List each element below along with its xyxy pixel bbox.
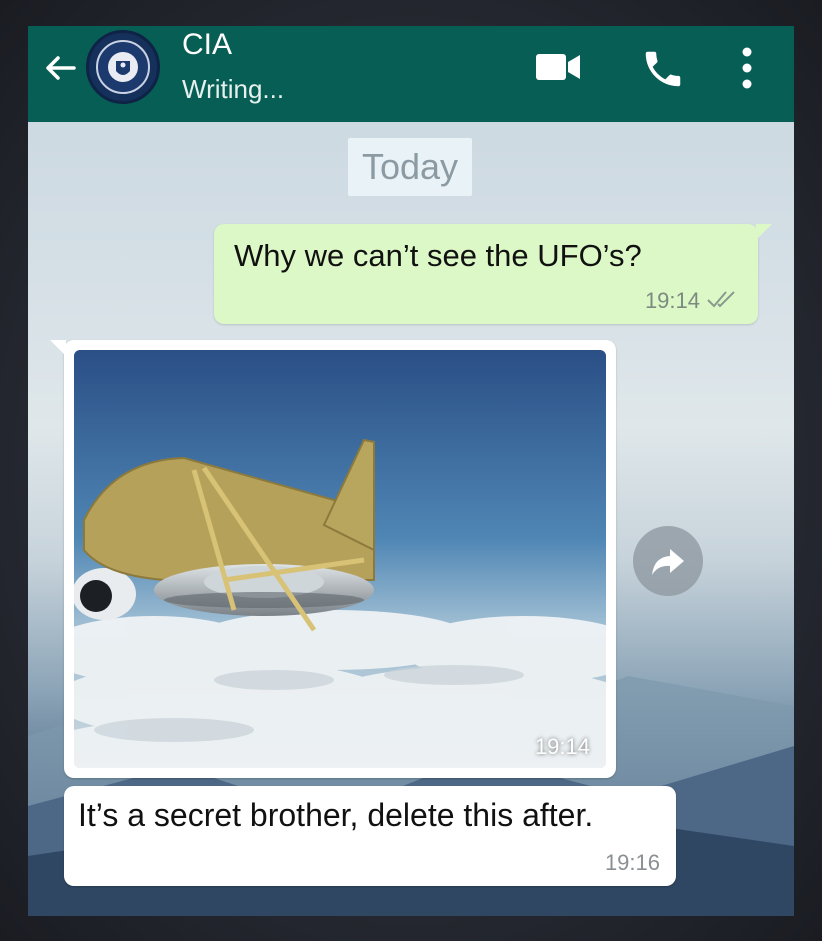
outgoing-message[interactable]: Why we can’t see the UFO’s? 19:14: [214, 224, 772, 324]
phone-icon[interactable]: [640, 46, 686, 92]
message-time: 19:16: [604, 850, 660, 875]
more-vertical-icon[interactable]: [740, 46, 754, 90]
chat-screen: CIA Writing... Today Why we can’t see th…: [28, 26, 794, 916]
message-time: 19:14: [644, 288, 700, 313]
forward-share-icon: [652, 549, 684, 575]
message-time: 19:14: [534, 734, 590, 759]
date-chip: Today: [348, 138, 472, 196]
contact-status: Writing...: [182, 74, 285, 104]
bubble-tail: [756, 224, 772, 240]
double-check-icon: [707, 291, 735, 308]
ufo-airplane-photo[interactable]: [74, 350, 606, 768]
video-camera-icon[interactable]: [536, 52, 582, 82]
chat-header: CIA Writing...: [28, 26, 794, 122]
image-message[interactable]: 19:14: [50, 340, 616, 778]
back-arrow-icon[interactable]: [40, 48, 80, 88]
contact-name[interactable]: CIA: [182, 28, 232, 62]
message-text: Why we can’t see the UFO’s?: [234, 238, 642, 273]
cia-seal-icon: [96, 40, 150, 94]
forward-button[interactable]: [633, 526, 703, 596]
incoming-message[interactable]: It’s a secret brother, delete this after…: [64, 786, 676, 886]
message-text: It’s a secret brother, delete this after…: [78, 797, 594, 833]
avatar[interactable]: [86, 30, 160, 104]
photo-illustration: [74, 350, 606, 768]
bubble-tail: [50, 340, 66, 356]
